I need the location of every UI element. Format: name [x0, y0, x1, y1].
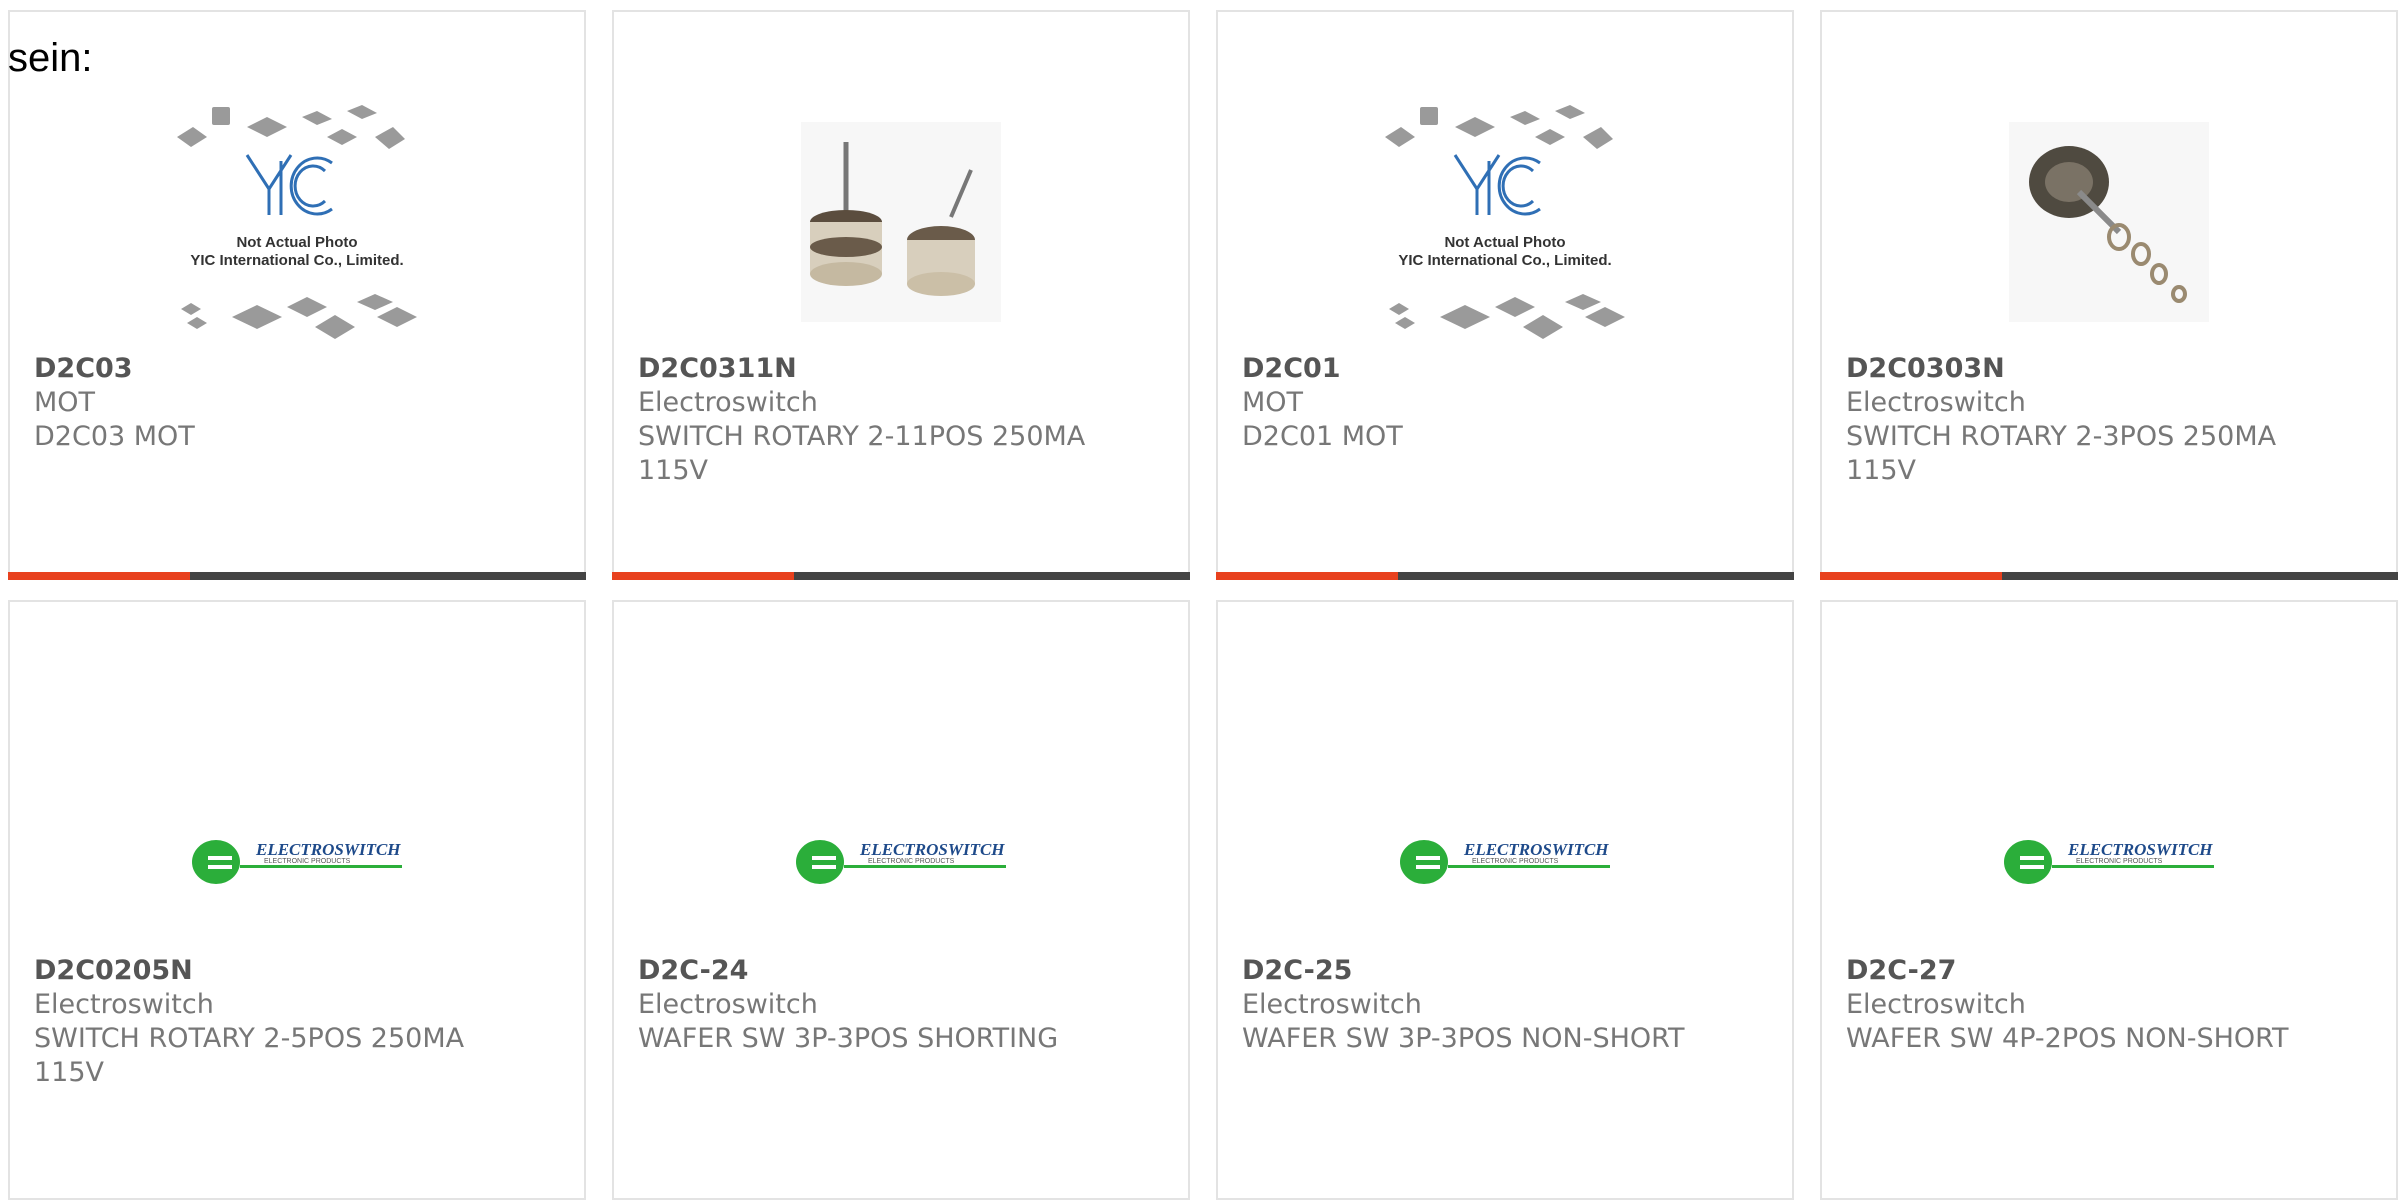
- card-bottom-bar: [612, 572, 1190, 580]
- product-image-electroswitch-logo[interactable]: ELECTROSWITCH ELECTRONIC PRODUCTS: [614, 732, 1188, 992]
- description: WAFER SW 3P-3POS NON-SHORT: [1242, 1023, 1685, 1054]
- card-bottom-bar: [8, 572, 586, 580]
- product-card[interactable]: D2C0311N Electroswitch SWITCH ROTARY 2-1…: [612, 10, 1190, 580]
- product-card[interactable]: D2C0303N Electroswitch SWITCH ROTARY 2-3…: [1820, 10, 2398, 580]
- card-bottom-bar: [1216, 572, 1794, 580]
- description: SWITCH ROTARY 2-5POS 250MA 115V: [34, 1023, 465, 1088]
- product-image-rotary-switch[interactable]: [614, 72, 1188, 372]
- product-image-electroswitch-logo[interactable]: ELECTROSWITCH ELECTRONIC PRODUCTS: [1822, 732, 2396, 992]
- product-image-yic-placeholder[interactable]: Not Actual Photo YIC International Co., …: [1218, 72, 1792, 372]
- part-number[interactable]: D2C03: [34, 352, 484, 386]
- product-info: D2C-25 Electroswitch WAFER SW 3P-3POS NO…: [1242, 954, 1692, 1056]
- manufacturer: Electroswitch: [1846, 387, 2026, 418]
- product-card[interactable]: ELECTROSWITCH ELECTRONIC PRODUCTS D2C-24…: [612, 600, 1190, 1200]
- description: D2C01 MOT: [1242, 421, 1403, 452]
- part-number[interactable]: D2C-27: [1846, 954, 2296, 988]
- part-number[interactable]: D2C0303N: [1846, 352, 2296, 386]
- svg-text:ELECTRONIC PRODUCTS: ELECTRONIC PRODUCTS: [2076, 858, 2163, 865]
- svg-text:Not Actual Photo: Not Actual Photo: [236, 234, 357, 251]
- product-image-rotary-switch-kit[interactable]: [1822, 72, 2396, 372]
- intro-text: sein:: [8, 36, 93, 80]
- manufacturer: Electroswitch: [1242, 989, 1422, 1020]
- product-card[interactable]: ELECTROSWITCH ELECTRONIC PRODUCTS D2C020…: [8, 600, 586, 1200]
- product-grid: Not Actual Photo YIC International Co., …: [8, 10, 2398, 1200]
- description: D2C03 MOT: [34, 421, 195, 452]
- part-number[interactable]: D2C01: [1242, 352, 1692, 386]
- product-image-electroswitch-logo[interactable]: ELECTROSWITCH ELECTRONIC PRODUCTS: [1218, 732, 1792, 992]
- svg-text:ELECTROSWITCH: ELECTROSWITCH: [859, 840, 1005, 859]
- product-info: D2C-27 Electroswitch WAFER SW 4P-2POS NO…: [1846, 954, 2296, 1056]
- product-card[interactable]: Not Actual Photo YIC International Co., …: [8, 10, 586, 580]
- svg-text:YIC International Co., Limited: YIC International Co., Limited.: [190, 252, 403, 269]
- part-number[interactable]: D2C-25: [1242, 954, 1692, 988]
- product-info: D2C03 MOT D2C03 MOT: [34, 352, 484, 454]
- product-image-electroswitch-logo[interactable]: ELECTROSWITCH ELECTRONIC PRODUCTS: [10, 732, 584, 992]
- manufacturer: MOT: [1242, 387, 1304, 418]
- product-info: D2C0311N Electroswitch SWITCH ROTARY 2-1…: [638, 352, 1088, 488]
- svg-text:Not Actual Photo: Not Actual Photo: [1444, 234, 1565, 251]
- product-image-yic-placeholder[interactable]: Not Actual Photo YIC International Co., …: [10, 72, 584, 372]
- description: WAFER SW 3P-3POS SHORTING: [638, 1023, 1059, 1054]
- manufacturer: Electroswitch: [34, 989, 214, 1020]
- svg-text:ELECTRONIC PRODUCTS: ELECTRONIC PRODUCTS: [264, 858, 351, 865]
- svg-text:ELECTRONIC PRODUCTS: ELECTRONIC PRODUCTS: [1472, 858, 1559, 865]
- card-bottom-bar: [1820, 572, 2398, 580]
- card-bar-accent: [1216, 572, 1398, 580]
- part-number[interactable]: D2C-24: [638, 954, 1088, 988]
- product-info: D2C-24 Electroswitch WAFER SW 3P-3POS SH…: [638, 954, 1088, 1056]
- product-info: D2C0303N Electroswitch SWITCH ROTARY 2-3…: [1846, 352, 2296, 488]
- product-info: D2C0205N Electroswitch SWITCH ROTARY 2-5…: [34, 954, 484, 1090]
- product-card[interactable]: Not Actual Photo YIC International Co., …: [1216, 10, 1794, 580]
- card-bar-accent: [1820, 572, 2002, 580]
- description: WAFER SW 4P-2POS NON-SHORT: [1846, 1023, 2289, 1054]
- product-info: D2C01 MOT D2C01 MOT: [1242, 352, 1692, 454]
- manufacturer: Electroswitch: [1846, 989, 2026, 1020]
- svg-text:YIC International Co., Limited: YIC International Co., Limited.: [1398, 252, 1611, 269]
- svg-text:ELECTROSWITCH: ELECTROSWITCH: [1463, 840, 1609, 859]
- svg-text:ELECTRONIC PRODUCTS: ELECTRONIC PRODUCTS: [868, 858, 955, 865]
- manufacturer: Electroswitch: [638, 989, 818, 1020]
- part-number[interactable]: D2C0311N: [638, 352, 1088, 386]
- part-number[interactable]: D2C0205N: [34, 954, 484, 988]
- product-card[interactable]: ELECTROSWITCH ELECTRONIC PRODUCTS D2C-27…: [1820, 600, 2398, 1200]
- svg-text:ELECTROSWITCH: ELECTROSWITCH: [255, 840, 401, 859]
- manufacturer: Electroswitch: [638, 387, 818, 418]
- card-bar-accent: [612, 572, 794, 580]
- description: SWITCH ROTARY 2-11POS 250MA 115V: [638, 421, 1086, 486]
- description: SWITCH ROTARY 2-3POS 250MA 115V: [1846, 421, 2277, 486]
- product-card[interactable]: ELECTROSWITCH ELECTRONIC PRODUCTS D2C-25…: [1216, 600, 1794, 1200]
- card-bar-accent: [8, 572, 190, 580]
- manufacturer: MOT: [34, 387, 96, 418]
- svg-text:ELECTROSWITCH: ELECTROSWITCH: [2067, 840, 2213, 859]
